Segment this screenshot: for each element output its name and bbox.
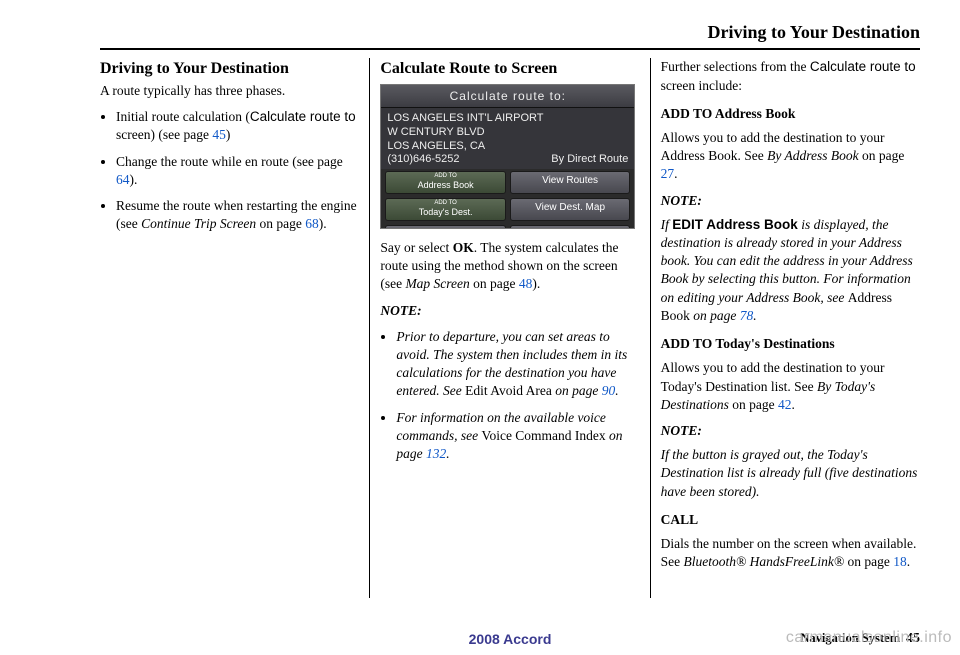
page-link[interactable]: 48 bbox=[519, 276, 533, 291]
page-link[interactable]: 68 bbox=[305, 216, 319, 231]
intro-text: A route typically has three phases. bbox=[100, 82, 359, 100]
page-link[interactable]: 78 bbox=[740, 308, 754, 323]
nav-button-row: CALL OK bbox=[381, 223, 634, 229]
subsection-heading: ADD TO Address Book bbox=[661, 105, 920, 123]
body-text: Further selections from the Calculate ro… bbox=[661, 58, 920, 94]
column-2: Calculate Route to Screen Calculate rout… bbox=[369, 58, 650, 598]
dest-line: LOS ANGELES, CA bbox=[387, 140, 628, 154]
column-container: Driving to Your Destination A route typi… bbox=[100, 58, 920, 598]
nav-system-screenshot: Calculate route to: LOS ANGELES INT'L AI… bbox=[380, 84, 635, 229]
subsection-heading: CALL bbox=[661, 511, 920, 529]
ref-title: Map Screen bbox=[405, 276, 469, 291]
ref-title: Bluetooth® HandsFreeLink® bbox=[684, 554, 845, 569]
page-link[interactable]: 132 bbox=[426, 446, 446, 461]
section-heading: Driving to Your Destination bbox=[100, 58, 359, 80]
text: on page bbox=[256, 216, 305, 231]
nav-button-row: ADD TOToday's Dest. View Dest. Map bbox=[381, 196, 634, 223]
section-heading: Calculate Route to Screen bbox=[380, 58, 639, 80]
text: ). bbox=[319, 216, 327, 231]
ui-term: Voice Command Index bbox=[481, 428, 605, 443]
running-header: Driving to Your Destination bbox=[100, 20, 920, 50]
add-to-todays-dest-button[interactable]: ADD TOToday's Dest. bbox=[385, 198, 506, 221]
page-link[interactable]: 45 bbox=[212, 127, 226, 142]
phase-list: Initial route calculation (Calculate rou… bbox=[100, 108, 359, 233]
body-text: Say or select OK. The system calculates … bbox=[380, 239, 639, 294]
nav-screen-body: LOS ANGELES INT'L AIRPORT W CENTURY BLVD… bbox=[381, 108, 634, 169]
note-text: If the button is grayed out, the Today's… bbox=[661, 446, 920, 501]
ui-term: Calculate route to bbox=[810, 59, 916, 74]
body-text: Allows you to add the destination to you… bbox=[661, 359, 920, 414]
ok-term: OK bbox=[453, 240, 474, 255]
note-list: Prior to departure, you can set areas to… bbox=[380, 328, 639, 464]
list-item: Resume the route when restarting the eng… bbox=[116, 197, 359, 233]
page-link[interactable]: 18 bbox=[893, 554, 907, 569]
note-label: NOTE: bbox=[661, 422, 920, 440]
ref-title: By Address Book bbox=[767, 148, 858, 163]
call-button[interactable]: CALL bbox=[385, 225, 506, 229]
list-item: Change the route while en route (see pag… bbox=[116, 153, 359, 189]
subsection-heading: ADD TO Today's Destinations bbox=[661, 335, 920, 353]
text: Initial route calculation ( bbox=[116, 109, 250, 124]
page-link[interactable]: 42 bbox=[778, 397, 792, 412]
view-dest-map-button[interactable]: View Dest. Map bbox=[510, 198, 631, 221]
ok-button[interactable]: OK bbox=[510, 225, 631, 229]
watermark: carmanualsonline.info bbox=[786, 627, 952, 649]
text: Change the route while en route (see pag… bbox=[116, 154, 343, 169]
add-to-address-book-button[interactable]: ADD TOAddress Book bbox=[385, 171, 506, 194]
dest-phone: (310)646-5252 bbox=[387, 153, 459, 167]
note-label: NOTE: bbox=[661, 192, 920, 210]
page-link[interactable]: 64 bbox=[116, 172, 130, 187]
footer-model-year: 2008 Accord bbox=[469, 630, 552, 649]
view-routes-button[interactable]: View Routes bbox=[510, 171, 631, 194]
list-item: Initial route calculation (Calculate rou… bbox=[116, 108, 359, 144]
column-3: Further selections from the Calculate ro… bbox=[651, 58, 920, 598]
text: screen) (see page bbox=[116, 127, 212, 142]
text: ) bbox=[226, 127, 231, 142]
ui-term: EDIT Address Book bbox=[672, 217, 798, 232]
nav-screen-title: Calculate route to: bbox=[381, 85, 634, 108]
body-text: Allows you to add the destination to you… bbox=[661, 129, 920, 184]
list-item: Prior to departure, you can set areas to… bbox=[396, 328, 639, 401]
page-link[interactable]: 27 bbox=[661, 166, 675, 181]
note-text: If EDIT Address Book is displayed, the d… bbox=[661, 216, 920, 325]
text: ). bbox=[130, 172, 138, 187]
dest-line: LOS ANGELES INT'L AIRPORT bbox=[387, 112, 628, 126]
ref-title: Continue Trip Screen bbox=[141, 216, 256, 231]
page-link[interactable]: 90 bbox=[602, 383, 616, 398]
ui-term: Calculate route to bbox=[250, 109, 356, 124]
body-text: Dials the number on the screen when avai… bbox=[661, 535, 920, 571]
manual-page: Driving to Your Destination Driving to Y… bbox=[100, 20, 920, 645]
dest-line: W CENTURY BLVD bbox=[387, 126, 628, 140]
ui-term: Edit Avoid Area bbox=[465, 383, 552, 398]
column-1: Driving to Your Destination A route typi… bbox=[100, 58, 369, 598]
route-method: By Direct Route bbox=[551, 153, 628, 167]
list-item: For information on the available voice c… bbox=[396, 409, 639, 464]
nav-button-row: ADD TOAddress Book View Routes bbox=[381, 169, 634, 196]
note-label: NOTE: bbox=[380, 302, 639, 320]
